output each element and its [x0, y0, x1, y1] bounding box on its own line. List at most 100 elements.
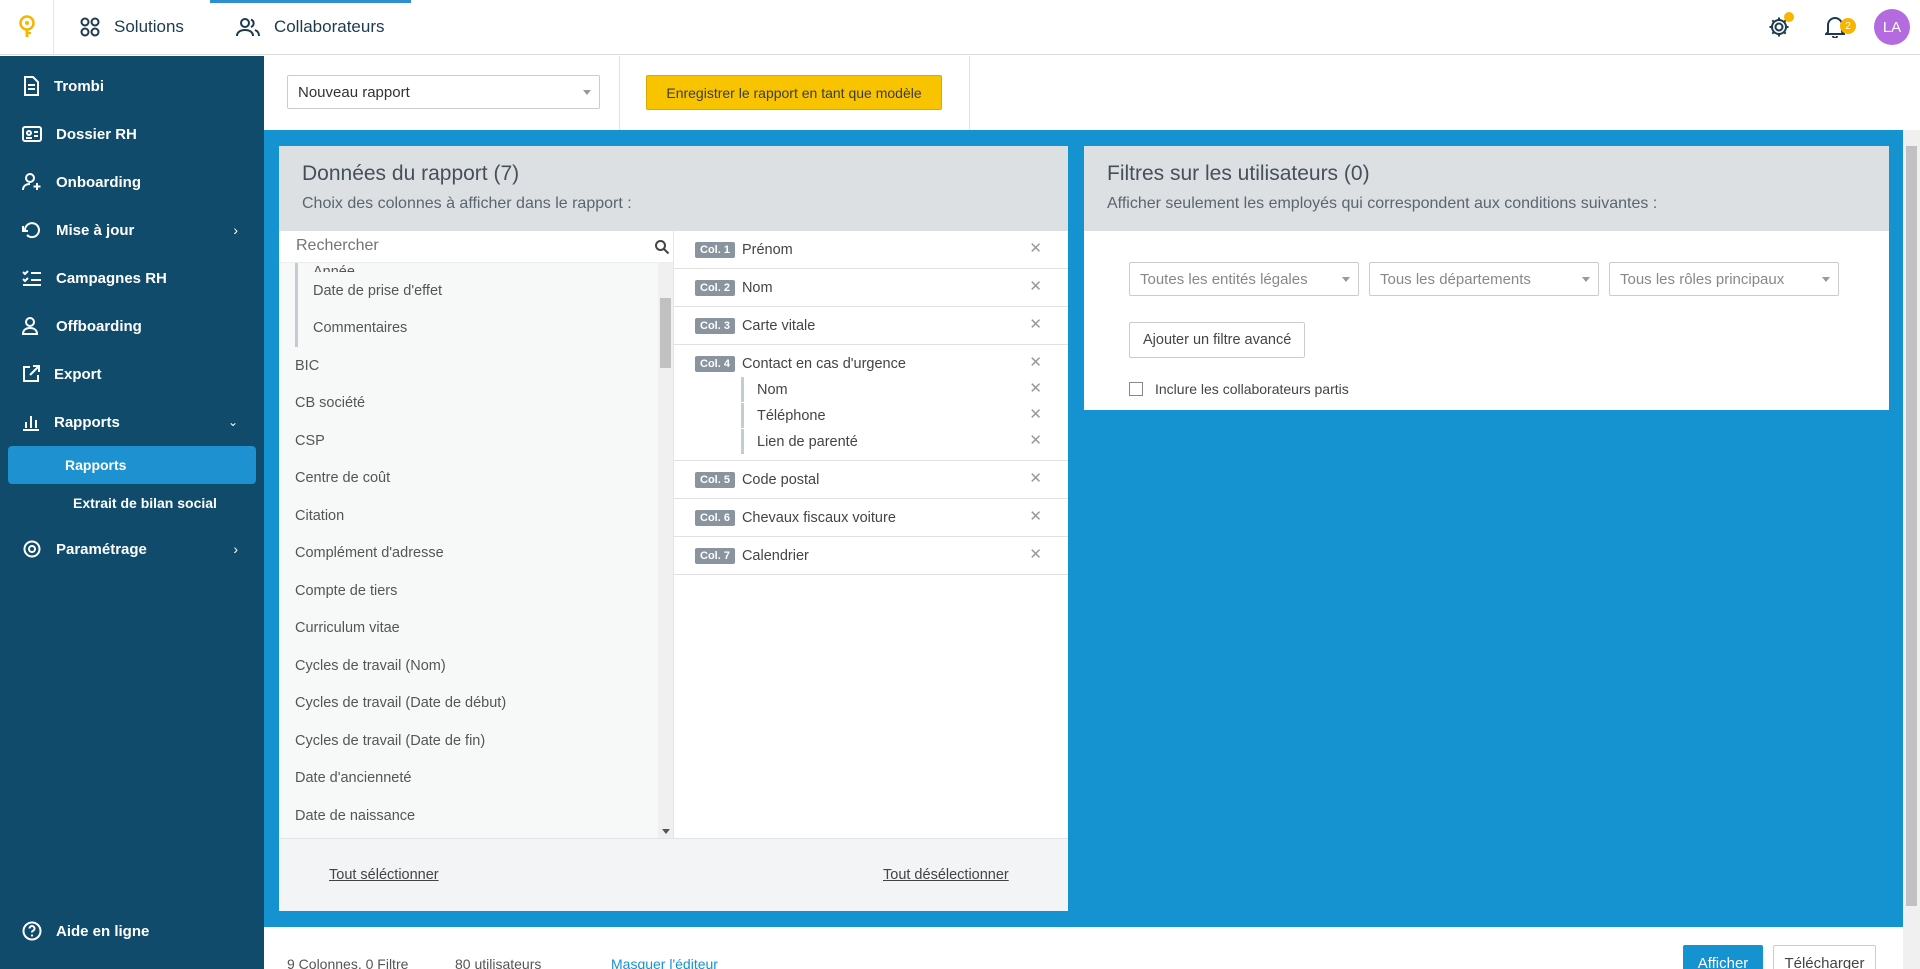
selected-column[interactable]: Col. 4 Contact en cas d'urgence ✕ Nom ✕ Tél… [674, 345, 1068, 461]
document-icon [24, 76, 39, 96]
sidebar-subitem-rapports[interactable]: Rapports [8, 446, 256, 484]
report-select[interactable]: Nouveau rapport [287, 75, 600, 109]
departments-select[interactable]: Tous les départements [1369, 262, 1599, 296]
external-link-icon [23, 365, 40, 382]
selected-column[interactable]: Col. 1 Prénom ✕ [674, 231, 1068, 269]
include-left-option[interactable]: Inclure les collaborateurs partis [1129, 381, 1349, 397]
list-item[interactable]: Curriculum vitae [279, 610, 658, 648]
sidebar-item-parametrage[interactable]: Paramétrage › [0, 525, 264, 573]
remove-icon[interactable]: ✕ [1029, 277, 1042, 295]
column-badge: Col. 6 [695, 509, 735, 526]
sidebar-item-onboarding[interactable]: Onboarding [0, 158, 264, 206]
notification-count: 2 [1840, 18, 1856, 34]
scroll-down-icon[interactable] [662, 829, 670, 834]
sidebar-item-export[interactable]: Export [0, 350, 264, 398]
help-link[interactable]: Aide en ligne [0, 907, 149, 955]
list-item[interactable]: Citation [279, 497, 658, 535]
solutions-menu[interactable]: Solutions [54, 0, 210, 55]
list-item[interactable]: Date de naissance [279, 797, 658, 835]
show-button[interactable]: Afficher [1683, 945, 1763, 969]
chevron-down-icon: ⌄ [227, 415, 238, 429]
roles-select[interactable]: Tous les rôles principaux [1609, 262, 1839, 296]
add-advanced-filter-button[interactable]: Ajouter un filtre avancé [1129, 322, 1306, 358]
gear-icon [23, 540, 41, 558]
column-label: Contact en cas d'urgence [741, 355, 906, 372]
list-item[interactable]: Date d'ancienneté [279, 760, 658, 798]
list-scrollbar[interactable] [658, 263, 673, 838]
hide-editor-link[interactable]: Masquer l'éditeur [611, 956, 718, 969]
sidebar-item-rapports[interactable]: Rapports ⌄ [0, 398, 264, 446]
report-select-value: Nouveau rapport [298, 83, 410, 101]
remove-icon[interactable]: ✕ [1029, 431, 1042, 449]
scrollbar-thumb[interactable] [1906, 146, 1917, 906]
selected-column[interactable]: Col. 6 Chevaux fiscaux voiture ✕ [674, 499, 1068, 537]
caret-down-icon [583, 90, 591, 95]
list-item[interactable]: Cycles de travail (Date de début) [279, 685, 658, 723]
bar-chart-icon [23, 416, 39, 431]
list-item[interactable]: Centre de coût [279, 460, 658, 498]
selected-subcolumn[interactable]: Téléphone ✕ [741, 403, 1068, 428]
notifications-button[interactable]: 2 [1818, 10, 1856, 44]
list-item[interactable]: Date de prise d'effet [295, 272, 658, 310]
search-icon[interactable] [654, 239, 670, 255]
list-item[interactable]: CB société [279, 385, 658, 423]
list-item[interactable]: Cycles de travail (Nom) [279, 647, 658, 685]
checklist-icon [22, 270, 41, 286]
sidebar-item-trombi[interactable]: Trombi [0, 62, 264, 110]
selected-column[interactable]: Col. 5 Code postal ✕ [674, 461, 1068, 499]
caret-down-icon [1822, 277, 1830, 282]
include-left-checkbox[interactable] [1129, 382, 1143, 396]
download-button[interactable]: Télécharger [1773, 945, 1876, 969]
list-item[interactable]: Commentaires [295, 309, 658, 347]
report-data-subtitle: Choix des colonnes à afficher dans le ra… [302, 195, 632, 212]
sidebar-item-dossier-rh[interactable]: Dossier RH [0, 110, 264, 158]
remove-icon[interactable]: ✕ [1029, 405, 1042, 423]
list-item[interactable]: Année [295, 263, 658, 272]
list-item[interactable]: CSP [279, 422, 658, 460]
user-count: 80 utilisateurs [455, 956, 542, 969]
sidebar-subitem-extrait-bilan-social[interactable]: Extrait de bilan social [8, 484, 256, 522]
column-badge: Col. 3 [695, 317, 735, 334]
settings-dot [1784, 12, 1794, 22]
selected-subcolumn[interactable]: Nom ✕ [741, 377, 1068, 402]
list-item[interactable]: BIC [279, 347, 658, 385]
remove-icon[interactable]: ✕ [1029, 315, 1042, 333]
user-filters-panel: Filtres sur les utilisateurs (0) Affiche… [1084, 146, 1889, 410]
list-item[interactable]: Cycles de travail (Date de fin) [279, 722, 658, 760]
collaborateurs-menu[interactable]: Collaborateurs [209, 0, 411, 55]
report-summary: 9 Colonnes, 0 Filtre [287, 956, 409, 969]
list-item[interactable]: Compte de tiers [279, 572, 658, 610]
help-label: Aide en ligne [56, 922, 150, 940]
search-input[interactable] [296, 231, 636, 261]
selected-subcolumn[interactable]: Lien de parenté ✕ [741, 429, 1068, 454]
sidebar-item-label: Trombi [54, 77, 105, 95]
remove-icon[interactable]: ✕ [1029, 507, 1042, 525]
grid-icon [80, 17, 100, 37]
sidebar-item-offboarding[interactable]: Offboarding [0, 302, 264, 350]
column-label: Code postal [741, 471, 820, 488]
page-scrollbar[interactable] [1903, 130, 1920, 969]
app-logo-icon[interactable] [0, 0, 54, 55]
selected-column[interactable]: Col. 7 Calendrier ✕ [674, 537, 1068, 575]
remove-icon[interactable]: ✕ [1029, 545, 1042, 563]
avatar[interactable]: LA [1874, 9, 1910, 45]
remove-icon[interactable]: ✕ [1029, 379, 1042, 397]
settings-button[interactable] [1762, 10, 1796, 44]
selected-column[interactable]: Col. 2 Nom ✕ [674, 269, 1068, 307]
departments-value: Tous les départements [1380, 270, 1531, 288]
solutions-label: Solutions [114, 17, 184, 36]
sidebar-item-mise-a-jour[interactable]: Mise à jour › [0, 206, 264, 254]
remove-icon[interactable]: ✕ [1029, 353, 1042, 371]
legal-entities-select[interactable]: Toutes les entités légales [1129, 262, 1359, 296]
column-label: Chevaux fiscaux voiture [741, 509, 896, 526]
save-template-button[interactable]: Enregistrer le rapport en tant que modèl… [646, 75, 942, 110]
remove-icon[interactable]: ✕ [1029, 239, 1042, 257]
selected-column[interactable]: Col. 3 Carte vitale ✕ [674, 307, 1068, 345]
select-all-link[interactable]: Tout séléctionner [329, 867, 439, 883]
scrollbar-thumb[interactable] [660, 298, 671, 368]
sidebar-item-campagnes-rh[interactable]: Campagnes RH [0, 254, 264, 302]
sidebar: Trombi Dossier RH Onboarding Mise à jour… [0, 56, 264, 969]
remove-icon[interactable]: ✕ [1029, 469, 1042, 487]
deselect-all-link[interactable]: Tout désélectionner [883, 867, 1009, 883]
list-item[interactable]: Complément d'adresse [279, 535, 658, 573]
